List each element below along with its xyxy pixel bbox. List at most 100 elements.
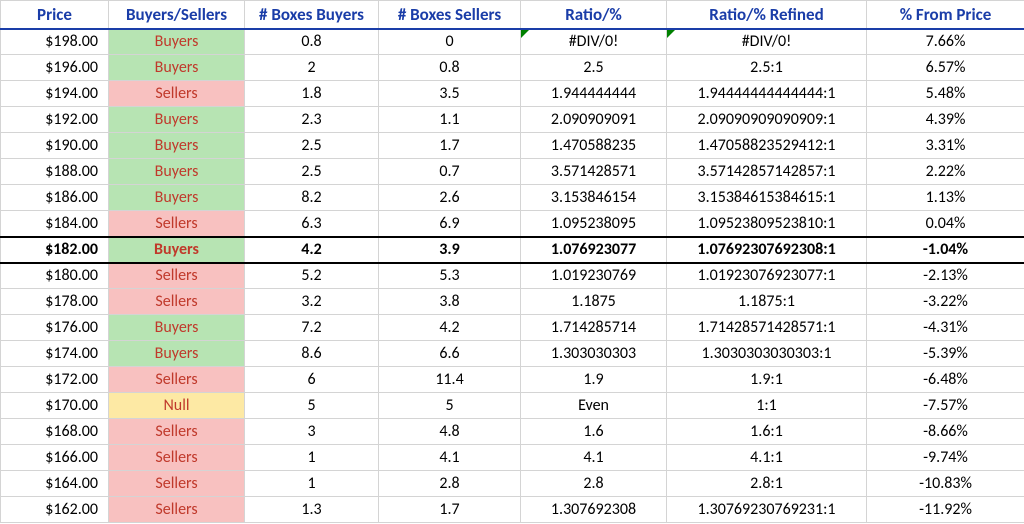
cell-price[interactable]: $192.00 [1, 107, 109, 133]
cell-boxes-buyers[interactable]: 7.2 [245, 315, 379, 341]
cell-buyers-sellers[interactable]: Sellers [109, 289, 245, 315]
cell-ratio[interactable]: #DIV/0! [521, 29, 667, 55]
cell-ratio-refined[interactable]: 4.1:1 [667, 445, 867, 471]
cell-price[interactable]: $194.00 [1, 81, 109, 107]
header-ratio-refined[interactable]: Ratio/% Refined [667, 1, 867, 29]
cell-buyers-sellers[interactable]: Sellers [109, 211, 245, 237]
cell-ratio-refined[interactable]: 1.3030303030303:1 [667, 341, 867, 367]
cell-buyers-sellers[interactable]: Buyers [109, 55, 245, 81]
cell-price[interactable]: $178.00 [1, 289, 109, 315]
cell-pct-from-price[interactable]: 2.22% [867, 159, 1024, 185]
cell-boxes-sellers[interactable]: 0.7 [379, 159, 521, 185]
cell-ratio-refined[interactable]: 1.30769230769231:1 [667, 497, 867, 523]
cell-buyers-sellers[interactable]: Buyers [109, 185, 245, 211]
cell-boxes-buyers[interactable]: 5.2 [245, 263, 379, 289]
cell-pct-from-price[interactable]: 0.04% [867, 211, 1024, 237]
cell-ratio[interactable]: 1.095238095 [521, 211, 667, 237]
cell-pct-from-price[interactable]: 1.13% [867, 185, 1024, 211]
cell-boxes-sellers[interactable]: 5.3 [379, 263, 521, 289]
cell-ratio[interactable]: 1.303030303 [521, 341, 667, 367]
cell-ratio-refined[interactable]: 1.94444444444444:1 [667, 81, 867, 107]
cell-ratio[interactable]: 1.307692308 [521, 497, 667, 523]
cell-pct-from-price[interactable]: 6.57% [867, 55, 1024, 81]
cell-ratio-refined[interactable]: 1.01923076923077:1 [667, 263, 867, 289]
cell-boxes-sellers[interactable]: 1.1 [379, 107, 521, 133]
cell-boxes-sellers[interactable]: 1.7 [379, 497, 521, 523]
cell-boxes-buyers[interactable]: 2.3 [245, 107, 379, 133]
cell-ratio[interactable]: 1.076923077 [521, 237, 667, 263]
cell-boxes-sellers[interactable]: 6.6 [379, 341, 521, 367]
cell-ratio-refined[interactable]: 1.47058823529412:1 [667, 133, 867, 159]
cell-boxes-buyers[interactable]: 0.8 [245, 29, 379, 55]
table-row[interactable]: $164.00Sellers12.82.82.8:1-10.83% [1, 471, 1024, 497]
table-row[interactable]: $198.00Buyers0.80#DIV/0!#DIV/0!7.66% [1, 29, 1024, 55]
table-row[interactable]: $188.00Buyers2.50.73.5714285713.57142857… [1, 159, 1024, 185]
table-row[interactable]: $190.00Buyers2.51.71.4705882351.47058823… [1, 133, 1024, 159]
cell-pct-from-price[interactable]: -7.57% [867, 393, 1024, 419]
cell-buyers-sellers[interactable]: Sellers [109, 263, 245, 289]
cell-boxes-buyers[interactable]: 4.2 [245, 237, 379, 263]
table-row[interactable]: $184.00Sellers6.36.91.0952380951.0952380… [1, 211, 1024, 237]
cell-boxes-sellers[interactable]: 3.8 [379, 289, 521, 315]
cell-boxes-buyers[interactable]: 8.6 [245, 341, 379, 367]
cell-boxes-buyers[interactable]: 6.3 [245, 211, 379, 237]
cell-boxes-sellers[interactable]: 6.9 [379, 211, 521, 237]
spreadsheet-table[interactable]: Price Buyers/Sellers # Boxes Buyers # Bo… [0, 0, 1024, 523]
cell-boxes-sellers[interactable]: 0 [379, 29, 521, 55]
cell-buyers-sellers[interactable]: Buyers [109, 341, 245, 367]
cell-pct-from-price[interactable]: -3.22% [867, 289, 1024, 315]
cell-boxes-sellers[interactable]: 4.8 [379, 419, 521, 445]
cell-boxes-sellers[interactable]: 1.7 [379, 133, 521, 159]
cell-boxes-sellers[interactable]: 2.8 [379, 471, 521, 497]
cell-ratio[interactable]: 1.6 [521, 419, 667, 445]
cell-boxes-buyers[interactable]: 2.5 [245, 133, 379, 159]
cell-pct-from-price[interactable]: -5.39% [867, 341, 1024, 367]
cell-ratio-refined[interactable]: 3.15384615384615:1 [667, 185, 867, 211]
cell-price[interactable]: $172.00 [1, 367, 109, 393]
cell-pct-from-price[interactable]: -1.04% [867, 237, 1024, 263]
cell-price[interactable]: $180.00 [1, 263, 109, 289]
cell-boxes-sellers[interactable]: 4.1 [379, 445, 521, 471]
header-pct-from-price[interactable]: % From Price [867, 1, 1024, 29]
cell-pct-from-price[interactable]: 5.48% [867, 81, 1024, 107]
cell-ratio[interactable]: 3.571428571 [521, 159, 667, 185]
cell-price[interactable]: $188.00 [1, 159, 109, 185]
cell-boxes-buyers[interactable]: 5 [245, 393, 379, 419]
table-row[interactable]: $182.00Buyers4.23.91.0769230771.07692307… [1, 237, 1024, 263]
cell-boxes-buyers[interactable]: 1.3 [245, 497, 379, 523]
table-row[interactable]: $186.00Buyers8.22.63.1538461543.15384615… [1, 185, 1024, 211]
cell-price[interactable]: $162.00 [1, 497, 109, 523]
cell-price[interactable]: $164.00 [1, 471, 109, 497]
cell-price[interactable]: $198.00 [1, 29, 109, 55]
header-boxes-sellers[interactable]: # Boxes Sellers [379, 1, 521, 29]
header-ratio[interactable]: Ratio/% [521, 1, 667, 29]
table-row[interactable]: $178.00Sellers3.23.81.18751.1875:1-3.22% [1, 289, 1024, 315]
cell-buyers-sellers[interactable]: Sellers [109, 497, 245, 523]
cell-boxes-sellers[interactable]: 5 [379, 393, 521, 419]
cell-ratio-refined[interactable]: 1.09523809523810:1 [667, 211, 867, 237]
cell-ratio[interactable]: 1.1875 [521, 289, 667, 315]
table-row[interactable]: $172.00Sellers611.41.91.9:1-6.48% [1, 367, 1024, 393]
cell-ratio-refined[interactable]: 2.09090909090909:1 [667, 107, 867, 133]
cell-price[interactable]: $184.00 [1, 211, 109, 237]
cell-boxes-sellers[interactable]: 4.2 [379, 315, 521, 341]
cell-price[interactable]: $190.00 [1, 133, 109, 159]
cell-buyers-sellers[interactable]: Buyers [109, 159, 245, 185]
cell-price[interactable]: $174.00 [1, 341, 109, 367]
cell-buyers-sellers[interactable]: Buyers [109, 29, 245, 55]
cell-ratio-refined[interactable]: 1.07692307692308:1 [667, 237, 867, 263]
cell-ratio-refined[interactable]: 2.5:1 [667, 55, 867, 81]
cell-ratio-refined[interactable]: 1.6:1 [667, 419, 867, 445]
cell-ratio[interactable]: 1.470588235 [521, 133, 667, 159]
cell-pct-from-price[interactable]: 7.66% [867, 29, 1024, 55]
cell-boxes-sellers[interactable]: 11.4 [379, 367, 521, 393]
table-row[interactable]: $170.00Null55Even1:1-7.57% [1, 393, 1024, 419]
table-row[interactable]: $166.00Sellers14.14.14.1:1-9.74% [1, 445, 1024, 471]
cell-pct-from-price[interactable]: 3.31% [867, 133, 1024, 159]
cell-buyers-sellers[interactable]: Buyers [109, 237, 245, 263]
cell-price[interactable]: $186.00 [1, 185, 109, 211]
cell-buyers-sellers[interactable]: Sellers [109, 419, 245, 445]
cell-boxes-buyers[interactable]: 6 [245, 367, 379, 393]
cell-price[interactable]: $182.00 [1, 237, 109, 263]
cell-boxes-buyers[interactable]: 2 [245, 55, 379, 81]
